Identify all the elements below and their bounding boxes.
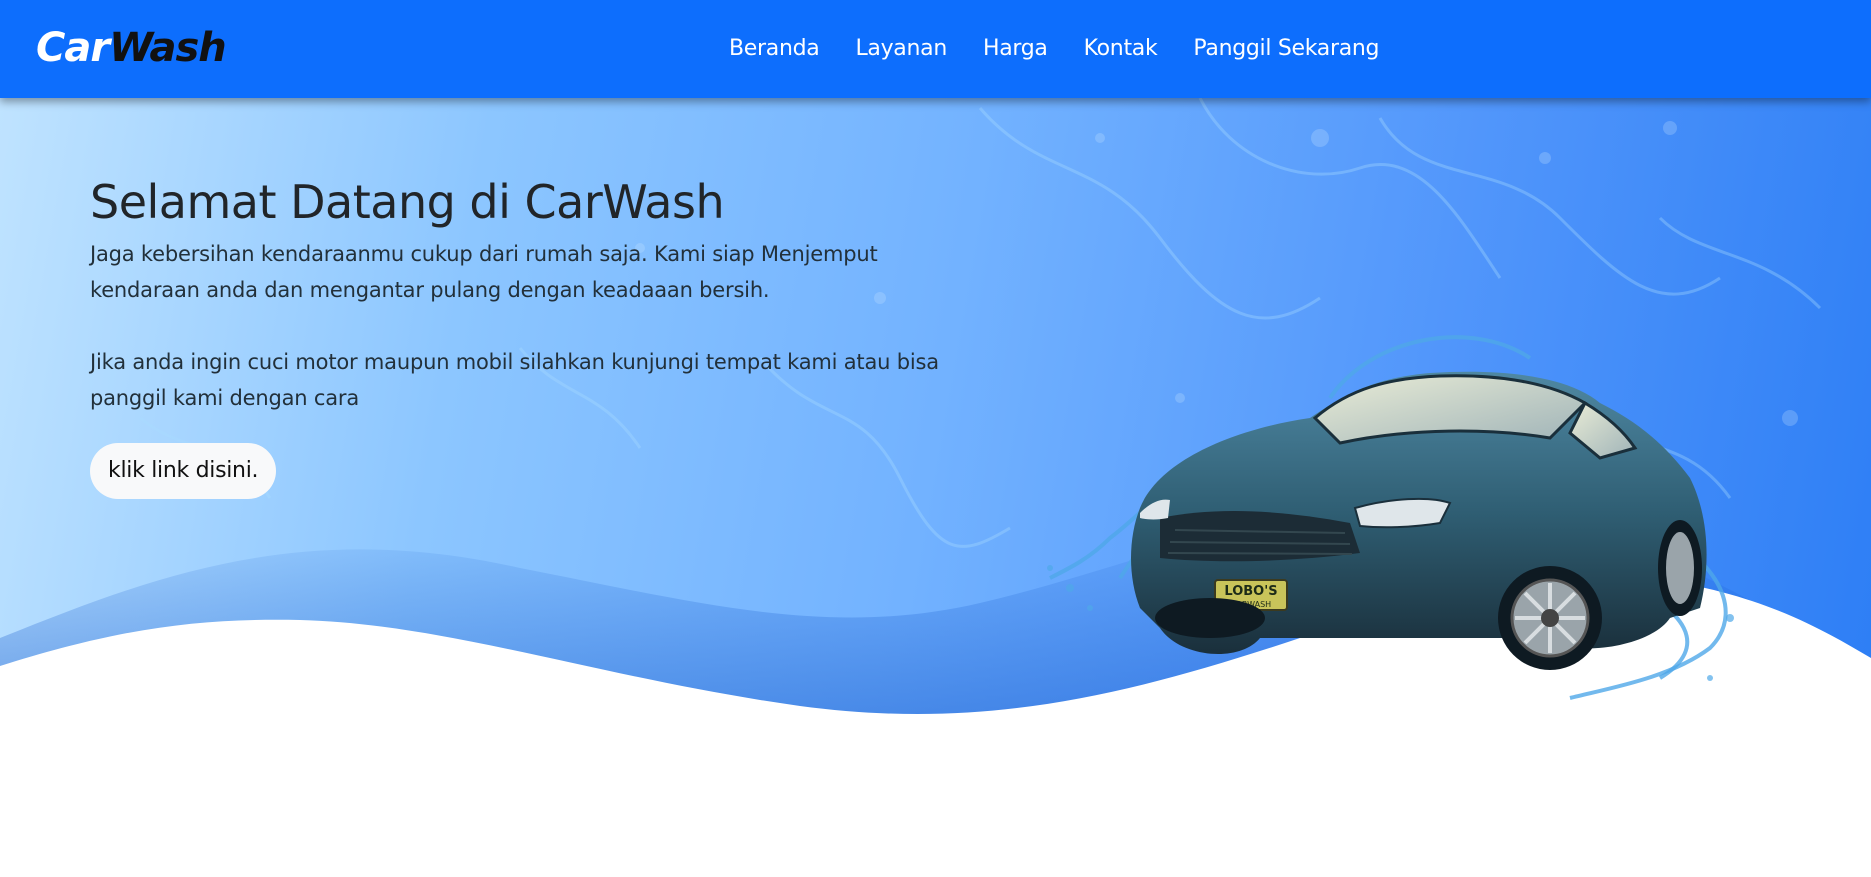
navbar: CarWash Beranda Layanan Harga Kontak Pan… (0, 0, 1871, 98)
nav-link-kontak[interactable]: Kontak (1084, 34, 1158, 64)
hero-paragraph-1-line-1: Jaga kebersihan kendaraanmu cukup dari r… (90, 242, 878, 266)
hero-paragraph-2-line-1: Jika anda ingin cuci motor maupun mobil … (90, 350, 939, 374)
nav-link-layanan[interactable]: Layanan (855, 34, 947, 64)
main-nav: Beranda Layanan Harga Kontak Panggil Sek… (729, 34, 1380, 64)
brand-part-wash: Wash (109, 25, 227, 71)
nav-link-beranda[interactable]: Beranda (729, 34, 820, 64)
hero-paragraph-1-line-2: kendaraan anda dan mengantar pulang deng… (90, 278, 770, 302)
nav-link-harga[interactable]: Harga (983, 34, 1048, 64)
hero-paragraph-2-line-2: panggil kami dengan cara (90, 386, 359, 410)
hero-paragraph-2: Jika anda ingin cuci motor maupun mobil … (90, 344, 990, 416)
hero-title: Selamat Datang di CarWash (90, 175, 725, 229)
hero-content: Selamat Datang di CarWash Jaga kebersiha… (90, 174, 990, 499)
brand-logo[interactable]: CarWash (36, 22, 227, 74)
hero-section: Selamat Datang di CarWash Jaga kebersiha… (0, 98, 1871, 738)
car-image: LOBO'S CARWASH (1047, 335, 1734, 700)
brand-part-car: Car (36, 25, 110, 71)
hero-paragraph-1: Jaga kebersihan kendaraanmu cukup dari r… (90, 236, 990, 308)
car-plate-text-1: LOBO'S (1224, 584, 1277, 599)
nav-link-panggil-sekarang[interactable]: Panggil Sekarang (1193, 34, 1379, 64)
cta-link-button[interactable]: klik link disini. (90, 443, 277, 499)
